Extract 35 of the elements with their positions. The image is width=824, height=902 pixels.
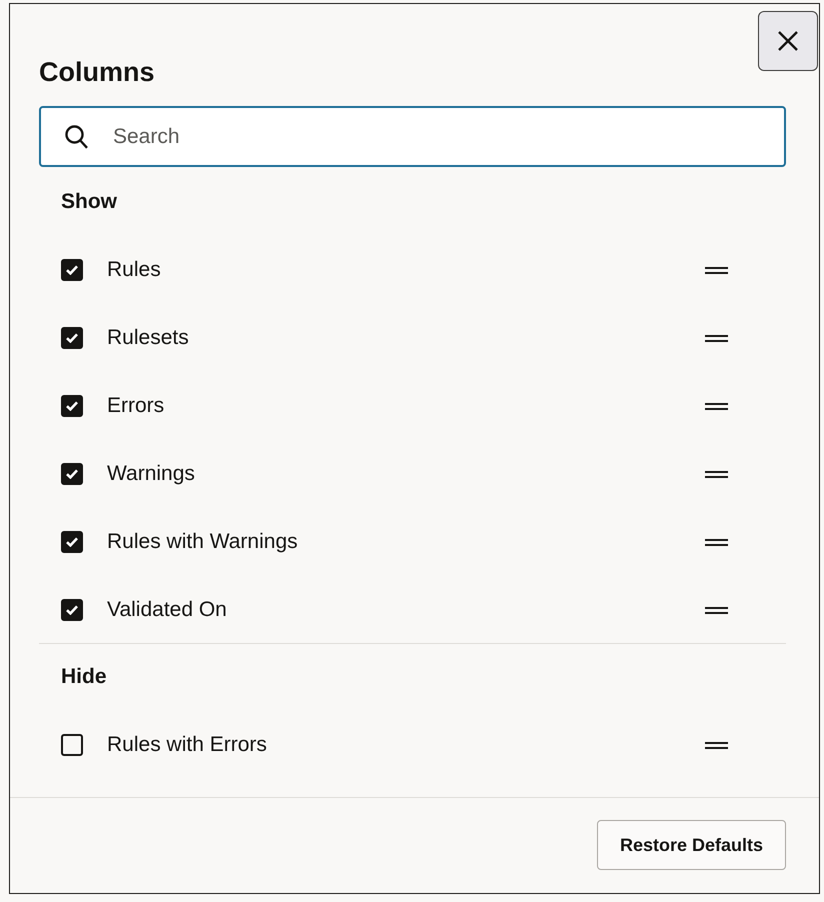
drag-handle-icon[interactable] — [705, 334, 728, 342]
column-label[interactable]: Errors — [107, 394, 164, 418]
drag-handle-icon[interactable] — [705, 470, 728, 478]
check-icon — [66, 265, 78, 275]
search-icon — [65, 125, 88, 149]
checkbox[interactable] — [61, 599, 83, 621]
restore-defaults-button[interactable]: Restore Defaults — [596, 820, 786, 870]
column-label[interactable]: Rulesets — [107, 326, 189, 350]
check-icon — [66, 333, 78, 343]
drag-handle-icon[interactable] — [705, 402, 728, 410]
drag-handle-icon[interactable] — [705, 538, 728, 546]
checkbox[interactable] — [61, 463, 83, 485]
close-button[interactable] — [758, 11, 818, 71]
search-field[interactable]: Search — [39, 106, 786, 167]
close-icon — [777, 30, 799, 52]
section-heading: Show — [61, 190, 117, 214]
drag-handle-icon[interactable] — [705, 742, 728, 748]
checkbox[interactable] — [61, 327, 83, 349]
check-icon — [66, 605, 78, 615]
check-icon — [66, 401, 78, 411]
column-label[interactable]: Rules with Errors — [107, 733, 267, 757]
checkbox[interactable] — [61, 395, 83, 417]
section-heading: Hide — [61, 665, 107, 689]
checkbox[interactable] — [61, 259, 83, 281]
column-label[interactable]: Validated On — [107, 598, 227, 622]
drag-handle-icon[interactable] — [705, 266, 728, 274]
check-icon — [66, 469, 78, 479]
checkbox[interactable] — [61, 734, 83, 756]
checkbox[interactable] — [61, 531, 83, 553]
drag-handle-icon[interactable] — [705, 606, 728, 614]
check-icon — [66, 537, 78, 547]
column-label[interactable]: Rules — [107, 258, 161, 282]
dialog-title: Columns — [39, 57, 155, 87]
column-label[interactable]: Rules with Warnings — [107, 530, 298, 554]
column-label[interactable]: Warnings — [107, 462, 195, 486]
